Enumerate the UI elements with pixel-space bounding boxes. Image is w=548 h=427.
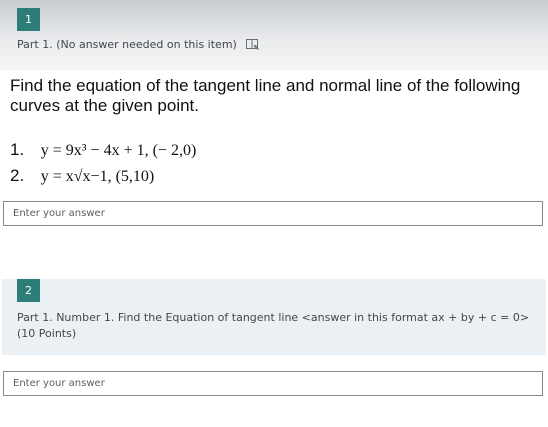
- question-2-title: Part 1. Number 1. Find the Equation of t…: [17, 311, 530, 340]
- problem-item-number: 1.: [10, 140, 25, 159]
- question-1-header: 1 Part 1. (No answer needed on this item…: [0, 0, 548, 70]
- problem-statement: Find the equation of the tangent line an…: [10, 76, 521, 115]
- problem-item: 2. y = x√x−1, (5,10): [10, 166, 154, 186]
- immersive-reader-icon[interactable]: [246, 39, 260, 50]
- problem-item-number: 2.: [10, 166, 25, 185]
- question-2-header: 2 Part 1. Number 1. Find the Equation of…: [2, 279, 546, 355]
- question-2-answer-input[interactable]: [3, 371, 543, 396]
- problem-item-expression: y = x√x−1, (5,10): [40, 168, 155, 185]
- question-number-badge: 2: [17, 279, 40, 302]
- question-number-badge: 1: [17, 8, 40, 31]
- problem-item-expression: y = 9x³ − 4x + 1, (− 2,0): [40, 142, 197, 159]
- problem-item: 1. y = 9x³ − 4x + 1, (− 2,0): [10, 140, 196, 160]
- question-title-text: Part 1. (No answer needed on this item): [17, 38, 237, 51]
- problem-image: Find the equation of the tangent line an…: [0, 70, 548, 190]
- question-1-answer-input[interactable]: [3, 201, 543, 226]
- question-1-title: Part 1. (No answer needed on this item): [17, 38, 260, 51]
